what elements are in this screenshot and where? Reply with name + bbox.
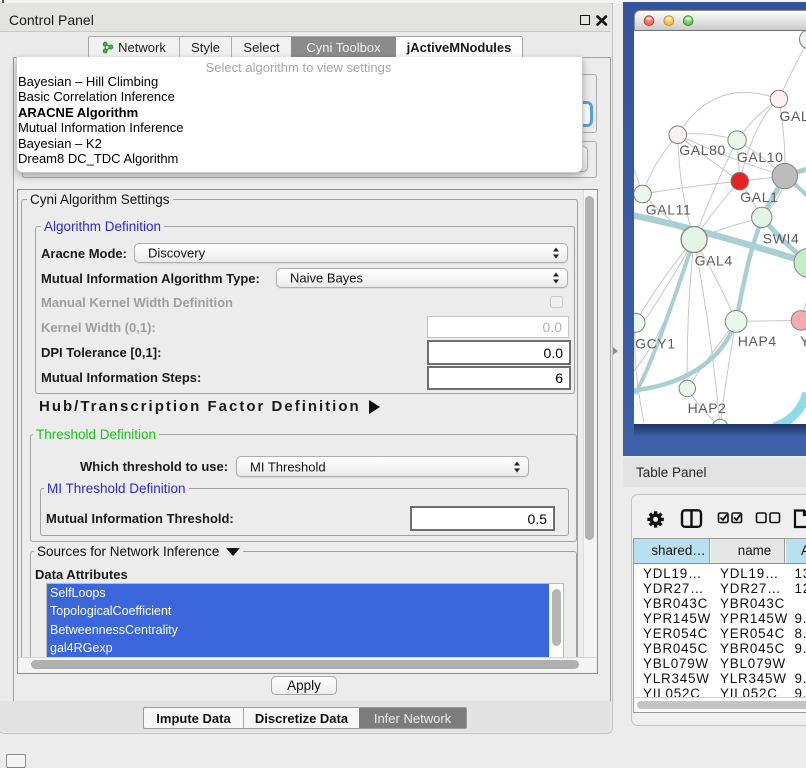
svg-text:GAL7: GAL7 — [779, 108, 806, 124]
svg-text:HAP2: HAP2 — [687, 400, 726, 416]
svg-text:GAL10: GAL10 — [736, 149, 783, 165]
svg-text:SWI4: SWI4 — [762, 231, 799, 247]
svg-text:GAL4: GAL4 — [694, 253, 732, 269]
svg-text:GAL80: GAL80 — [679, 142, 726, 158]
svg-text:HAP4: HAP4 — [737, 333, 776, 349]
svg-text:GCY1: GCY1 — [635, 335, 676, 351]
svg-text:Y: Y — [800, 333, 806, 349]
svg-text:GAL1: GAL1 — [740, 189, 778, 205]
svg-text:GAL11: GAL11 — [645, 202, 691, 218]
